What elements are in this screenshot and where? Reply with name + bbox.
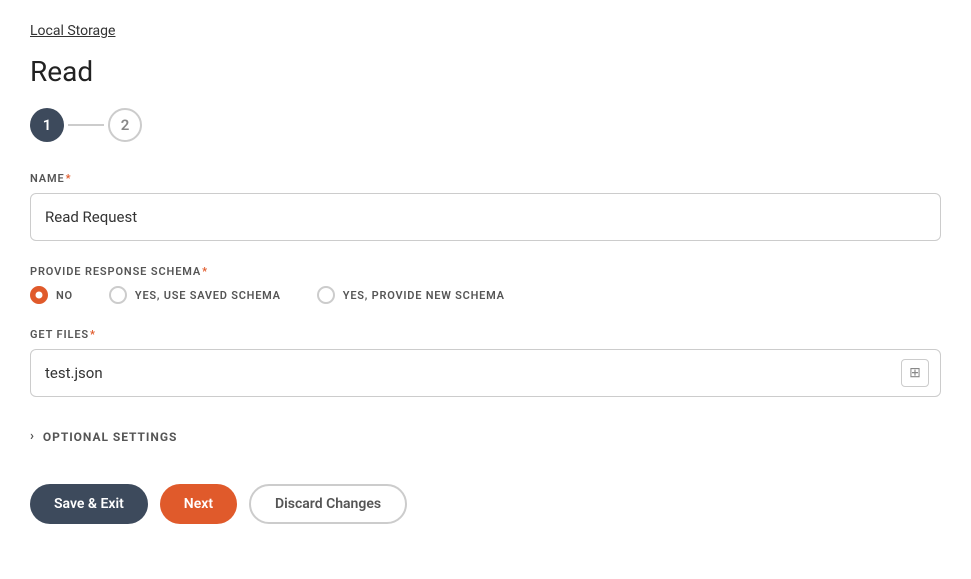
name-field-section: NAME* [30,172,941,241]
get-files-required: * [90,328,96,341]
button-bar: Save & Exit Next Discard Changes [30,484,941,524]
schema-required-indicator: * [202,265,208,278]
stepper: 1 2 [30,108,941,142]
optional-settings-label: OPTIONAL SETTINGS [43,430,177,444]
required-indicator: * [66,172,72,185]
radio-use-saved-label: YES, USE SAVED SCHEMA [135,289,281,302]
name-label: NAME* [30,172,941,185]
step-1: 1 [30,108,64,142]
next-button[interactable]: Next [160,484,237,524]
get-files-input-wrapper: ⊞ [30,349,941,397]
radio-new-schema[interactable]: YES, PROVIDE NEW SCHEMA [317,286,505,304]
radio-no[interactable]: NO [30,286,73,304]
radio-no-label: NO [56,289,73,302]
step-connector [68,124,104,126]
schema-label: PROVIDE RESPONSE SCHEMA* [30,265,941,278]
optional-settings-toggle[interactable]: › OPTIONAL SETTINGS [30,421,941,452]
step-2: 2 [108,108,142,142]
schema-radio-group: NO YES, USE SAVED SCHEMA YES, PROVIDE NE… [30,286,941,304]
grid-icon: ⊞ [909,365,921,381]
discard-button[interactable]: Discard Changes [249,484,407,524]
get-files-section: GET FILES* ⊞ [30,328,941,397]
radio-use-saved[interactable]: YES, USE SAVED SCHEMA [109,286,281,304]
breadcrumb-link[interactable]: Local Storage [30,23,115,39]
get-files-input[interactable] [30,349,941,397]
radio-new-schema-label: YES, PROVIDE NEW SCHEMA [343,289,505,302]
save-exit-button[interactable]: Save & Exit [30,484,148,524]
page-title: Read [30,55,941,88]
input-action-icon[interactable]: ⊞ [901,359,929,387]
schema-field-section: PROVIDE RESPONSE SCHEMA* NO YES, USE SAV… [30,265,941,304]
get-files-label: GET FILES* [30,328,941,341]
name-input[interactable] [30,193,941,241]
chevron-right-icon: › [30,429,35,444]
